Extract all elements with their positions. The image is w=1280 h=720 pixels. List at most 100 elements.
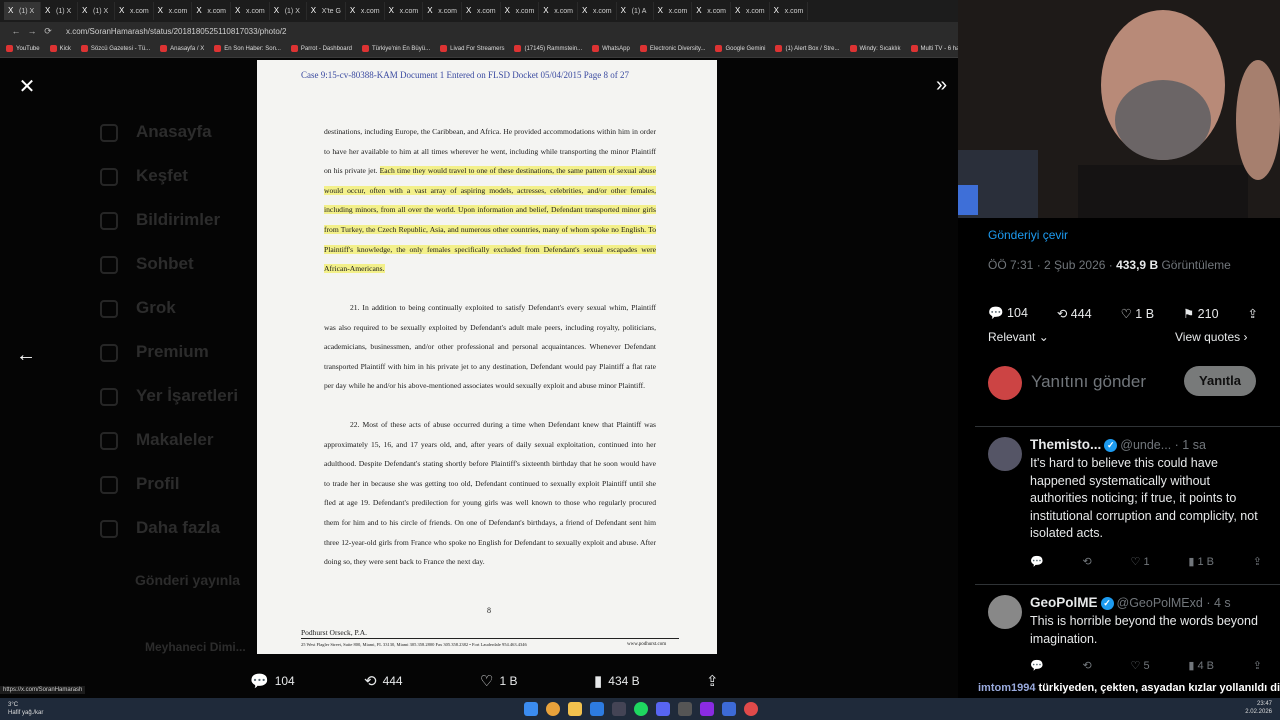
translate-link[interactable]: Gönderiyi çevir [988, 228, 1068, 242]
bookmark-item[interactable]: Parrot - Dashboard [290, 45, 352, 52]
post-reply-button[interactable]: 💬 104 [988, 306, 1028, 321]
browser-tab[interactable]: Xx.com [539, 2, 578, 20]
bookmark-item[interactable]: En Son Haber: Son... [214, 45, 281, 52]
browser-tab[interactable]: Xx.com [231, 2, 270, 20]
browser-tab[interactable]: Xx.com [654, 2, 693, 20]
chrome-icon[interactable] [546, 702, 560, 716]
analytics-icon: ▮ [594, 673, 603, 690]
browser-tab[interactable]: Xx.com [115, 2, 154, 20]
bookmark-item[interactable]: Livad For Streamers [440, 45, 504, 52]
start-icon[interactable] [524, 702, 538, 716]
repost-icon: ⟲ [364, 673, 377, 690]
address-bar[interactable]: ← → ⟳ x.com/SoranHamarash/status/2018180… [0, 22, 958, 40]
bookmark-item[interactable]: Sözcü Gazetesi - Tü... [80, 45, 150, 52]
reply-input[interactable]: Yanıtını gönder [1031, 372, 1146, 392]
browser-tab[interactable]: X X'te G [307, 2, 346, 20]
reply-author[interactable]: GeoPolME ✓ @GeoPolMExd · 4 s [1030, 595, 1231, 610]
user-avatar[interactable] [988, 366, 1022, 400]
post-bookmark-button[interactable]: ⚑ 210 [1183, 306, 1219, 321]
reply-avatar[interactable] [988, 595, 1022, 629]
reply-author[interactable]: Themisto... ✓ @unde... · 1 sa [1030, 437, 1206, 452]
x-logo-icon: X [196, 6, 202, 15]
url-text[interactable]: x.com/SoranHamarash/status/2018180525110… [66, 27, 286, 36]
reply-views[interactable]: ▮ 4 B [1188, 659, 1214, 672]
reply-comment-icon[interactable]: 💬 [1030, 555, 1044, 568]
close-icon[interactable]: ✕ [16, 76, 38, 98]
app-icon[interactable] [590, 702, 604, 716]
bookmark-item[interactable]: Multi TV - 6 haber [910, 45, 958, 52]
discord-icon[interactable] [656, 702, 670, 716]
steam-icon[interactable] [612, 702, 626, 716]
reply-author-name: GeoPolME [1030, 595, 1098, 610]
file-explorer-icon[interactable] [568, 702, 582, 716]
browser-tab[interactable]: Xx.com [501, 2, 540, 20]
view-quotes-link[interactable]: View quotes › [1175, 330, 1248, 344]
reply-comment-icon[interactable]: 💬 [1030, 659, 1044, 672]
reply-button[interactable]: 💬 104 [250, 672, 295, 690]
browser-tab[interactable]: X (1) X [270, 2, 307, 20]
reply-submit-button[interactable]: Yanıtla [1184, 366, 1256, 396]
reply-views[interactable]: ▮ 1 B [1188, 555, 1214, 568]
browser-tab[interactable]: Xx.com [462, 2, 501, 20]
browser-tab[interactable]: Xx.com [154, 2, 193, 20]
reload-icon[interactable]: ⟳ [40, 26, 56, 37]
bookmark-item[interactable]: Google Gemini [715, 45, 765, 52]
reply-repost-icon[interactable]: ⟲ [1083, 555, 1092, 568]
bookmark-item[interactable]: Electronic Diversity... [639, 45, 705, 52]
bookmark-item[interactable]: WhatsApp [592, 45, 630, 52]
post-button: Gönderi yayınla [135, 572, 241, 588]
app-icon[interactable] [678, 702, 692, 716]
bookmark-item[interactable]: Windy: Sıcaklık [849, 45, 901, 52]
reply-repost-icon[interactable]: ⟲ [1083, 659, 1092, 672]
post-repost-button[interactable]: ⟲ 444 [1057, 306, 1092, 321]
browser-tab[interactable]: Xx.com [692, 2, 731, 20]
spotify-icon[interactable] [634, 702, 648, 716]
reply-share-icon[interactable]: ⇪ [1253, 555, 1262, 568]
post-share-icon[interactable]: ⇪ [1247, 306, 1257, 321]
reply-share-icon[interactable]: ⇪ [1253, 659, 1262, 672]
browser-tab[interactable]: Xx.com [731, 2, 770, 20]
browser-tab[interactable]: Xx.com [385, 2, 424, 20]
browser-tab[interactable]: Xx.com [423, 2, 462, 20]
bookmark-item[interactable]: YouTube [6, 45, 40, 52]
browser-tab[interactable]: Xx.com [770, 2, 809, 20]
like-button[interactable]: ♡ 1 B [480, 672, 517, 690]
weather-widget[interactable]: 3°C Hafif yağ./kar [8, 701, 43, 717]
tab-label: x.com [668, 7, 688, 15]
share-button[interactable]: ⇪ [706, 672, 725, 690]
post-like-button[interactable]: ♡ 1 B [1121, 306, 1154, 321]
views-button[interactable]: ▮ 434 B [594, 672, 640, 690]
bookmark-item[interactable]: Kick [49, 45, 71, 52]
browser-tab[interactable]: Xx.com [346, 2, 385, 20]
bookmark-item[interactable]: (1) Alert Box / Stre... [775, 45, 840, 52]
browser-tab[interactable]: Xx.com [578, 2, 617, 20]
bookmark-favicon-icon [592, 45, 600, 52]
reply-avatar[interactable] [988, 437, 1022, 471]
sidebar-item: Premium [100, 342, 209, 362]
bookmark-item[interactable]: (17145) Rammstein... [514, 45, 582, 52]
bookmark-item[interactable]: Türkiye'nin En Büyü... [361, 45, 430, 52]
post-views-label: Görüntüleme [1158, 258, 1231, 272]
previous-photo-icon[interactable]: ← [16, 344, 36, 367]
footer-firm: Podhurst Orseck, P.A. [301, 628, 368, 637]
reply-like-button[interactable]: ♡ 1 [1131, 555, 1150, 568]
back-icon[interactable]: ← [8, 26, 24, 36]
reply-item[interactable]: GeoPolME ✓ @GeoPolMExd · 4 s This is horri… [975, 584, 1280, 684]
reply-item[interactable]: Themisto... ✓ @unde... · 1 sa It's hard to… [975, 426, 1280, 576]
sort-dropdown[interactable]: Relevant ⌄ [988, 330, 1049, 344]
repost-button[interactable]: ⟲ 444 [364, 672, 403, 690]
reply-like-button[interactable]: ♡ 5 [1131, 659, 1150, 672]
x-logo-icon: X [45, 6, 51, 15]
bookmark-item[interactable]: Anasayfa / X [160, 45, 204, 52]
app-icon[interactable] [700, 702, 714, 716]
browser-tab[interactable]: X (1) X [41, 2, 78, 20]
clock[interactable]: 23:47 2.02.2026 [1245, 700, 1272, 716]
browser-tab[interactable]: X (1) X [4, 2, 41, 20]
forward-icon[interactable]: → [24, 26, 40, 36]
app-icon[interactable] [744, 702, 758, 716]
browser-tab[interactable]: Xx.com [192, 2, 232, 20]
app-icon[interactable] [722, 702, 736, 716]
expand-icon[interactable]: » [936, 74, 947, 97]
browser-tab[interactable]: X (1) A [617, 2, 654, 20]
browser-tab[interactable]: X (1) X [78, 2, 115, 20]
